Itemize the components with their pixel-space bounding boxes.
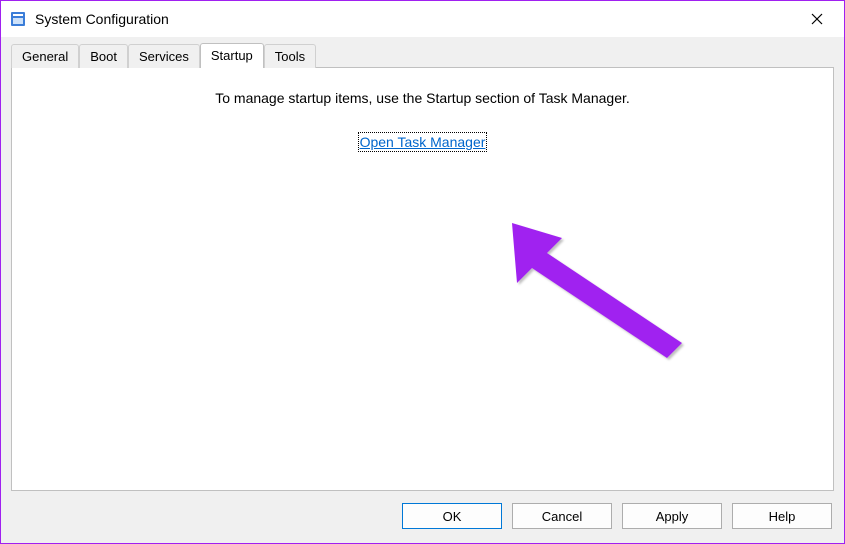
apply-button[interactable]: Apply xyxy=(622,503,722,529)
button-row: OK Cancel Apply Help xyxy=(11,491,834,533)
titlebar: System Configuration xyxy=(1,1,844,37)
tab-services[interactable]: Services xyxy=(128,44,200,68)
tabs-row: General Boot Services Startup Tools xyxy=(11,41,834,67)
system-configuration-window: System Configuration General Boot Servic… xyxy=(0,0,845,544)
close-button[interactable] xyxy=(794,3,840,35)
startup-message: To manage startup items, use the Startup… xyxy=(32,90,813,106)
tab-startup[interactable]: Startup xyxy=(200,43,264,68)
close-icon xyxy=(811,13,823,25)
startup-panel: To manage startup items, use the Startup… xyxy=(11,67,834,491)
help-button[interactable]: Help xyxy=(732,503,832,529)
cancel-button[interactable]: Cancel xyxy=(512,503,612,529)
tab-tools[interactable]: Tools xyxy=(264,44,316,68)
ok-button[interactable]: OK xyxy=(402,503,502,529)
annotation-arrow-icon xyxy=(492,208,712,378)
dialog-body: General Boot Services Startup Tools To m… xyxy=(1,37,844,543)
msconfig-icon xyxy=(9,10,27,28)
open-task-manager-link[interactable]: Open Task Manager xyxy=(360,134,486,150)
tab-boot[interactable]: Boot xyxy=(79,44,128,68)
link-wrap: Open Task Manager xyxy=(32,134,813,150)
window-title: System Configuration xyxy=(35,11,794,27)
tab-general[interactable]: General xyxy=(11,44,79,68)
